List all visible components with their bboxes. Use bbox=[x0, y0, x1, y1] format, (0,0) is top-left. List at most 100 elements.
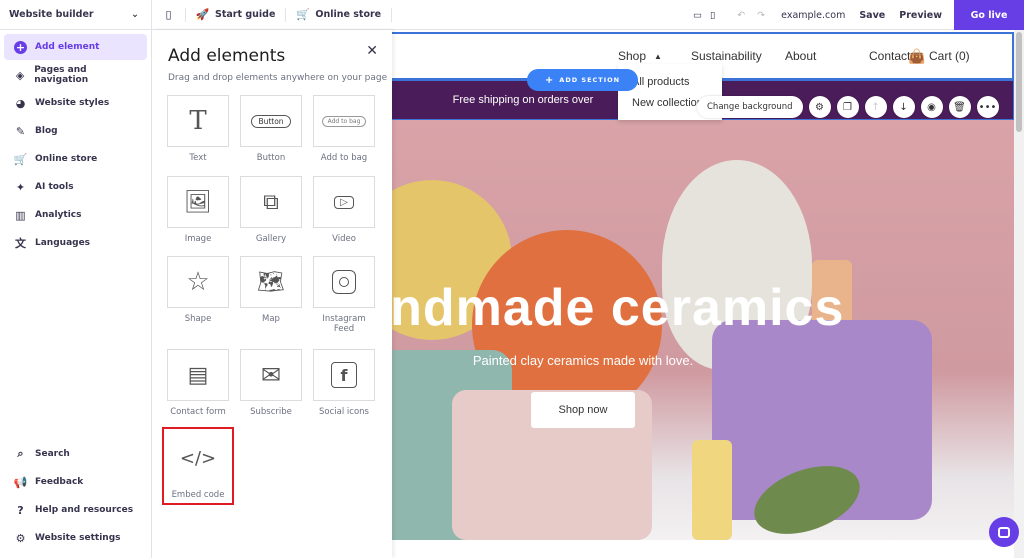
element-video[interactable]: ▷ Video bbox=[313, 176, 375, 244]
tile-label: Embed code bbox=[171, 490, 225, 500]
bar-chart-icon: ▥ bbox=[15, 208, 26, 222]
more-icon: ••• bbox=[978, 101, 997, 113]
sparkle-icon: ✦ bbox=[15, 180, 26, 194]
sidebar-icon: ▯ bbox=[165, 8, 172, 21]
arrow-up-icon: ↑ bbox=[871, 101, 880, 113]
facebook-icon: f bbox=[331, 362, 357, 388]
sidebar-item-label: Add element bbox=[35, 42, 100, 52]
sidebar-item-online-store[interactable]: 🛒 Online store bbox=[4, 146, 147, 172]
map-icon: 🗺 bbox=[257, 269, 285, 295]
sidebar-item-styles[interactable]: ◕ Website styles bbox=[4, 90, 147, 116]
sidebar-item-blog[interactable]: ✎ Blog bbox=[4, 118, 147, 144]
tile-label: Contact form bbox=[170, 407, 226, 417]
change-background-button[interactable]: Change background bbox=[697, 96, 803, 118]
nav-about[interactable]: About bbox=[785, 49, 816, 63]
palette-icon: ◕ bbox=[15, 96, 26, 110]
nav-contact[interactable]: Contact bbox=[869, 49, 910, 63]
element-shape[interactable]: ☆ Shape bbox=[167, 256, 229, 324]
star-icon: ☆ bbox=[186, 267, 210, 297]
cart-link[interactable]: Cart (0) bbox=[929, 49, 970, 63]
sidebar-item-pages[interactable]: ◈ Pages and navigation bbox=[4, 62, 147, 88]
website-builder-menu[interactable]: Website builder ⌄ bbox=[0, 0, 152, 30]
tile-label: Video bbox=[332, 234, 356, 244]
sidebar-item-label: Website styles bbox=[35, 98, 110, 108]
sidebar-item-languages[interactable]: 文 Languages bbox=[4, 230, 147, 256]
undo-icon[interactable]: ↶ bbox=[737, 10, 745, 21]
scrollbar-thumb[interactable] bbox=[1016, 32, 1022, 132]
image-icon: 🖼 bbox=[184, 189, 212, 215]
redo-icon[interactable]: ↷ bbox=[757, 10, 765, 21]
tile-label: Button bbox=[256, 153, 286, 163]
go-live-button[interactable]: Go live bbox=[954, 0, 1024, 30]
sidebar-item-help[interactable]: ? Help and resources bbox=[4, 497, 148, 523]
element-embed-code[interactable]: </> Embed code bbox=[162, 427, 234, 505]
element-text[interactable]: T Text bbox=[167, 95, 229, 163]
banner-text: Free shipping on orders over bbox=[452, 94, 594, 106]
form-icon: ▤ bbox=[187, 362, 209, 388]
element-instagram-feed[interactable]: Instagram Feed bbox=[313, 256, 375, 334]
move-up-button[interactable]: ↑ bbox=[864, 96, 887, 118]
domain-link[interactable]: example.com bbox=[781, 10, 845, 21]
sidebar-item-label: Analytics bbox=[35, 210, 82, 220]
tile-label: Text bbox=[189, 153, 207, 163]
duplicate-button[interactable]: ❐ bbox=[836, 96, 859, 118]
toggle-sidebar-button[interactable]: ▯ bbox=[152, 7, 186, 22]
shop-now-button[interactable]: Shop now bbox=[531, 392, 635, 428]
sidebar-item-search[interactable]: ⌕ Search bbox=[4, 441, 148, 467]
nav-sustainability[interactable]: Sustainability bbox=[691, 49, 762, 63]
tile-label: Subscribe bbox=[250, 407, 292, 417]
translate-icon: 文 bbox=[15, 237, 26, 250]
sidebar-item-settings[interactable]: ⚙ Website settings bbox=[4, 525, 148, 551]
element-subscribe[interactable]: ✉ Subscribe bbox=[240, 349, 302, 417]
canvas-scrollbar[interactable] bbox=[1014, 30, 1024, 558]
button-icon: Button bbox=[251, 114, 291, 128]
pen-icon: ✎ bbox=[15, 124, 26, 138]
tile-label: Instagram Feed bbox=[322, 314, 366, 334]
element-social-icons[interactable]: f Social icons bbox=[313, 349, 375, 417]
eye-icon: ◉ bbox=[927, 101, 936, 113]
megaphone-icon: 📢 bbox=[13, 475, 28, 489]
sidebar-item-feedback[interactable]: 📢 Feedback bbox=[4, 469, 148, 495]
tile-label: Shape bbox=[184, 314, 212, 324]
element-image[interactable]: 🖼 Image bbox=[167, 176, 229, 244]
tile-label: Image bbox=[184, 234, 212, 244]
sidebar-item-analytics[interactable]: ▥ Analytics bbox=[4, 202, 147, 228]
online-store-label: Online store bbox=[315, 9, 382, 20]
delete-button[interactable]: 🗑 bbox=[948, 96, 971, 118]
add-elements-panel: Add elements Drag and drop elements anyw… bbox=[152, 30, 392, 558]
element-map[interactable]: 🗺 Map bbox=[240, 256, 302, 324]
save-button[interactable]: Save bbox=[859, 10, 885, 21]
desktop-view-icon[interactable]: ▭ bbox=[693, 10, 702, 21]
online-store-button[interactable]: 🛒 Online store bbox=[286, 7, 393, 22]
tile-label: Gallery bbox=[255, 234, 287, 244]
dropdown-new-collection[interactable]: New collection bbox=[632, 97, 702, 109]
chat-button[interactable] bbox=[989, 517, 1019, 547]
sidebar-item-ai-tools[interactable]: ✦ AI tools bbox=[4, 174, 147, 200]
nav-shop[interactable]: Shop bbox=[618, 49, 646, 63]
video-icon: ▷ bbox=[334, 195, 354, 209]
settings-button[interactable]: ⚙ bbox=[808, 96, 831, 118]
add-section-button[interactable]: + ADD SECTION bbox=[527, 69, 638, 91]
more-button[interactable]: ••• bbox=[976, 96, 999, 118]
shopping-bag-icon: 👜 bbox=[908, 47, 926, 64]
search-icon: ⌕ bbox=[17, 447, 24, 460]
close-icon[interactable]: ✕ bbox=[366, 43, 378, 59]
sidebar-item-label: Search bbox=[35, 449, 70, 459]
element-gallery[interactable]: ⧉ Gallery bbox=[240, 176, 302, 244]
element-add-to-bag[interactable]: Add to bag Add to bag bbox=[313, 95, 375, 163]
cart-icon: 🛒 bbox=[13, 152, 28, 166]
plus-circle-icon: + bbox=[14, 40, 27, 54]
preview-button[interactable]: Preview bbox=[899, 10, 942, 21]
start-guide-button[interactable]: 🚀 Start guide bbox=[186, 7, 287, 22]
section-toolbar: Change background ⚙ ❐ ↑ ↓ ◉ 🗑 ••• bbox=[697, 96, 999, 118]
dropdown-all-products[interactable]: All products bbox=[632, 76, 689, 88]
sidebar-item-add-element[interactable]: + Add element bbox=[4, 34, 147, 60]
move-down-button[interactable]: ↓ bbox=[892, 96, 915, 118]
hide-button[interactable]: ◉ bbox=[920, 96, 943, 118]
sidebar: + Add element ◈ Pages and navigation ◕ Webs… bbox=[0, 30, 152, 558]
element-button[interactable]: Button Button bbox=[240, 95, 302, 163]
sidebar-item-label: Pages and navigation bbox=[34, 65, 89, 85]
mobile-view-icon[interactable]: ▯ bbox=[710, 10, 715, 21]
element-contact-form[interactable]: ▤ Contact form bbox=[167, 349, 229, 417]
sidebar-item-label: Blog bbox=[35, 126, 58, 136]
